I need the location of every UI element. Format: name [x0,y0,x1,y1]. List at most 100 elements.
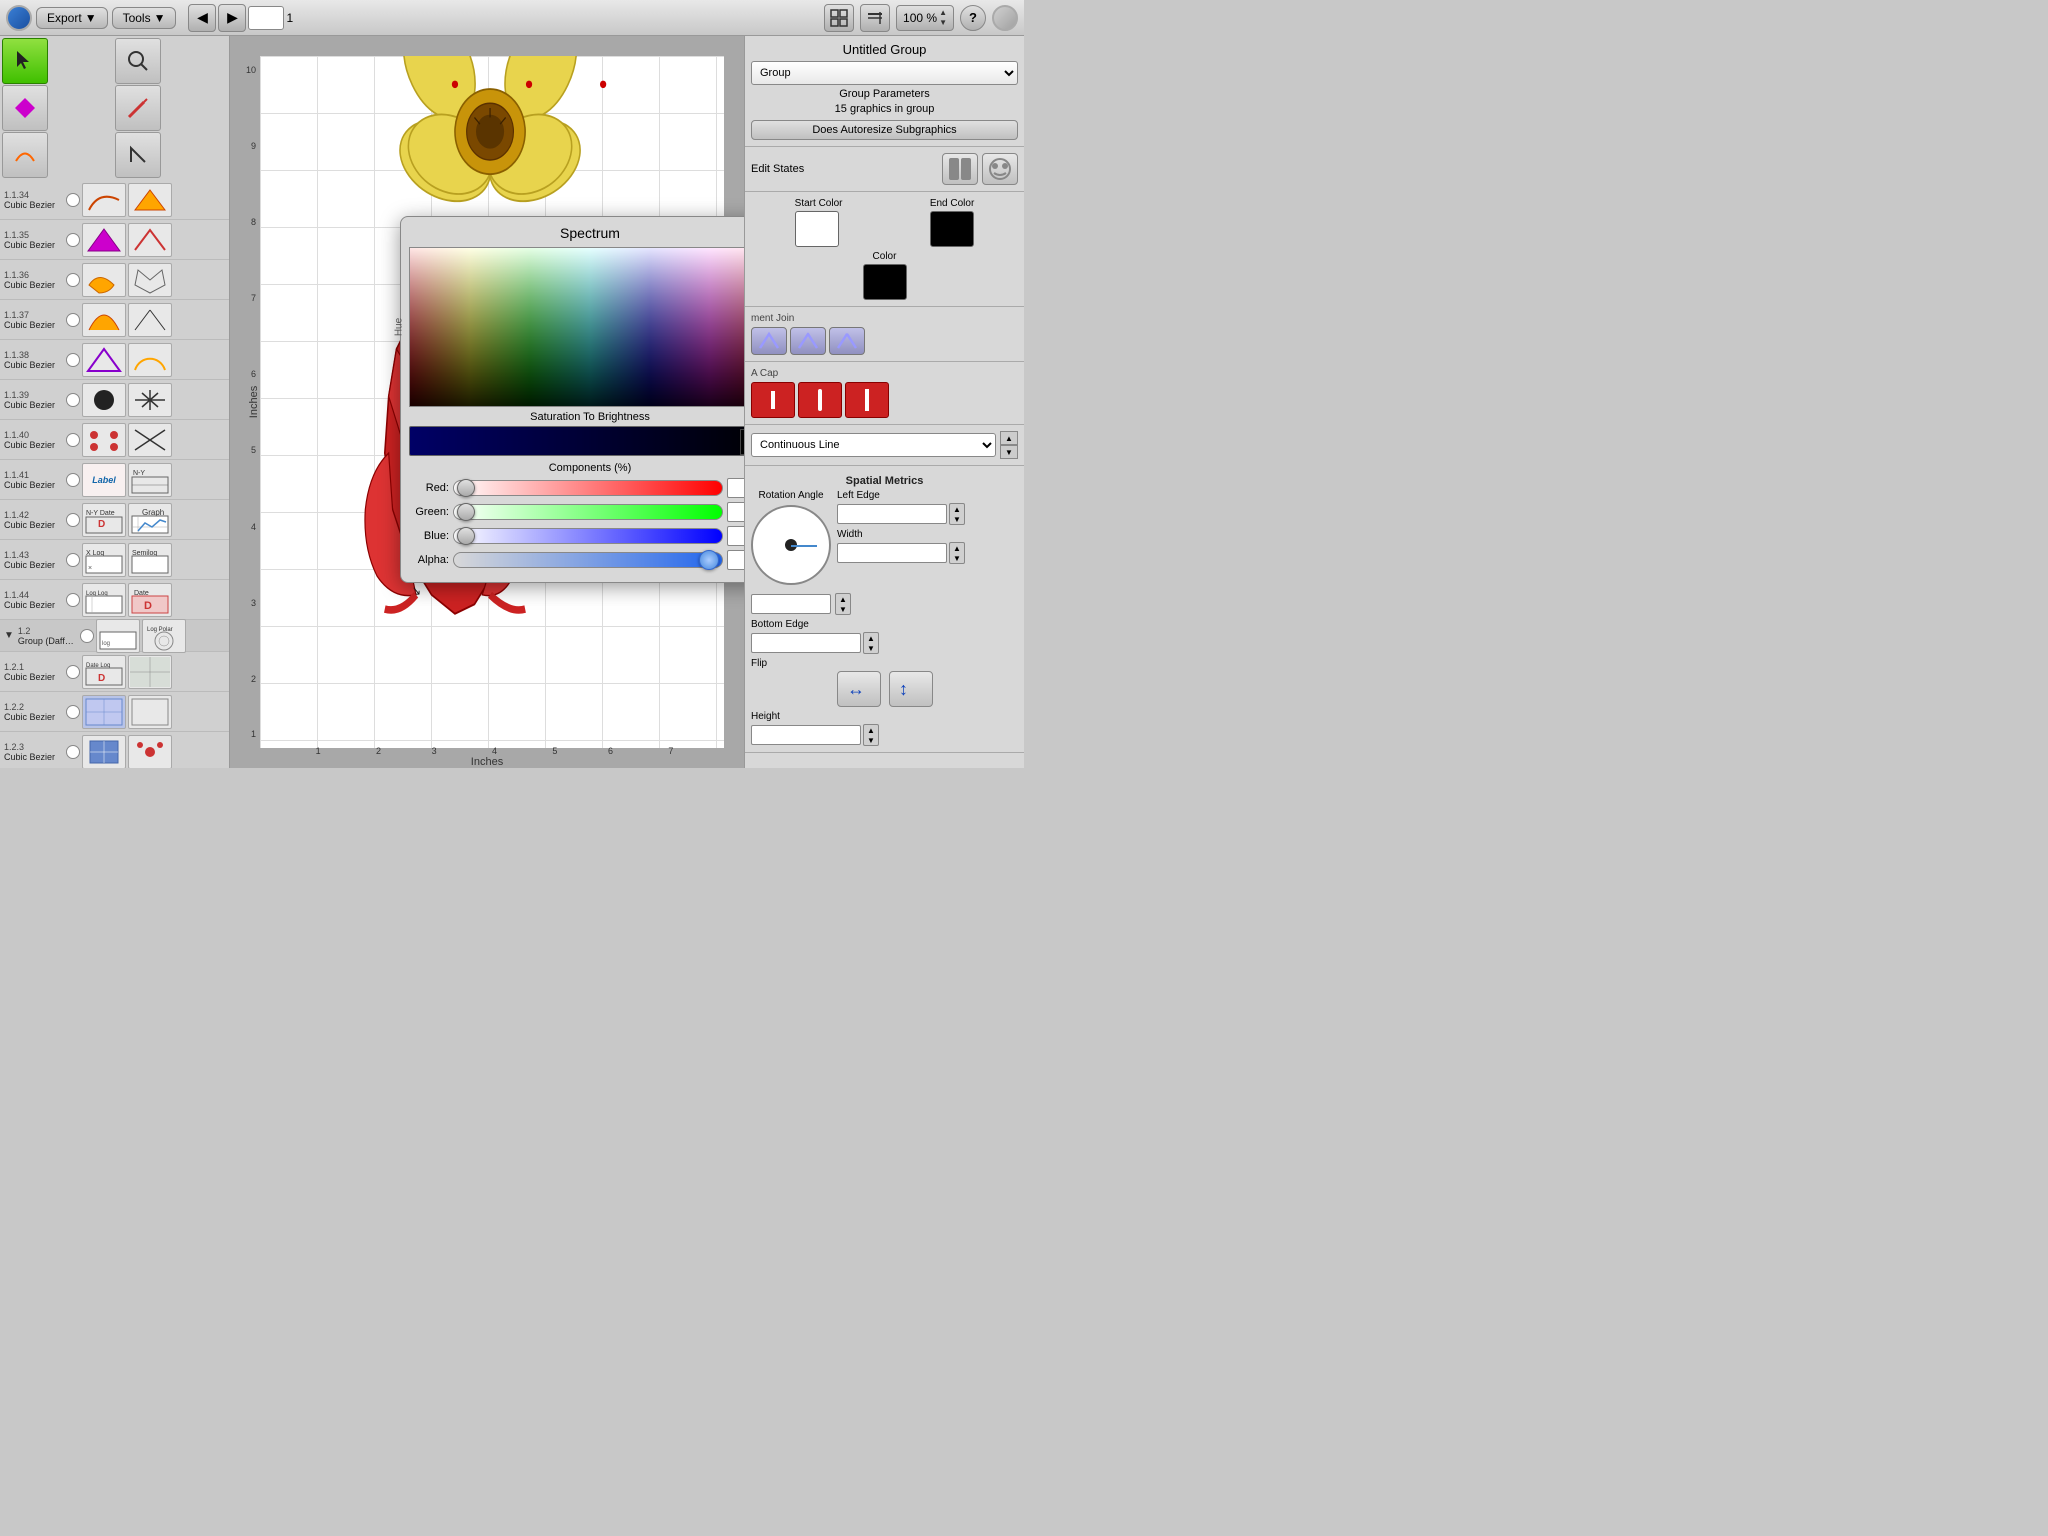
layer-item[interactable]: 1.1.37 Cubic Bezier [0,300,229,340]
end-color-preview[interactable] [930,211,974,247]
layer-checkbox[interactable] [66,745,80,759]
export-button[interactable]: Export ▼ [36,7,108,29]
brightness-bar[interactable] [409,426,744,456]
layer-item[interactable]: 1.1.44 Cubic Bezier Log Log DateD [0,580,229,620]
rotation-handle[interactable] [791,545,817,547]
flip-vertical-button[interactable]: ↕ [889,671,933,707]
layer-item[interactable]: 1.2.2 Cubic Bezier [0,692,229,732]
pencil-tool-button[interactable] [115,85,161,131]
alpha-slider-track[interactable] [453,552,723,568]
bottom-edge-field[interactable]: 6.4268663194 [751,633,861,653]
flip-horizontal-button[interactable]: ↔ [837,671,881,707]
layout-button[interactable] [860,4,890,32]
layer-item[interactable]: 1.2.3 Cubic Bezier [0,732,229,768]
layer-checkbox[interactable] [66,473,80,487]
width-down[interactable]: ▼ [950,553,964,563]
bottom-edge-down[interactable]: ▼ [864,643,878,653]
tools-button[interactable]: Tools ▼ [112,7,177,29]
svg-text:Log Polar: Log Polar [147,627,173,633]
green-value-field[interactable]: 0 [727,502,744,522]
red-value-field[interactable]: 0 [727,478,744,498]
state-btn-1[interactable] [942,153,978,185]
height-down[interactable]: ▼ [864,735,878,745]
cap-btn-1[interactable] [751,382,795,418]
start-color-preview[interactable] [795,211,839,247]
dash-down-button[interactable]: ▼ [1000,445,1018,459]
layer-item[interactable]: 1.1.34 Cubic Bezier [0,180,229,220]
red-slider-track[interactable] [453,480,723,496]
blue-slider-track[interactable] [453,528,723,544]
layer-group-item[interactable]: ▼ 1.2 Group (Daffo... log Log Polar [0,620,229,652]
autoresize-button[interactable]: Does Autoresize Subgraphics [751,120,1018,140]
left-edge-field[interactable]: 2.5492078993 [837,504,947,524]
zoom-down-button[interactable]: ▼ [939,18,947,28]
type-select[interactable]: Group [751,61,1018,85]
left-edge-down[interactable]: ▼ [950,514,964,524]
angle-tool-button[interactable] [115,132,161,178]
layer-checkbox[interactable] [66,233,80,247]
green-slider-thumb[interactable] [457,503,475,521]
cap-btn-2[interactable] [798,382,842,418]
layer-item[interactable]: 1.1.42 Cubic Bezier N-Y DateD Graph [0,500,229,540]
layer-checkbox[interactable] [66,353,80,367]
layer-checkbox[interactable] [66,665,80,679]
alpha-slider-thumb[interactable] [699,550,719,570]
layer-checkbox[interactable] [66,273,80,287]
dash-pattern-select[interactable]: Continuous Line [751,433,996,457]
join-btn-1[interactable] [751,327,787,355]
rotation-widget[interactable] [751,505,831,585]
arc-tool-button[interactable] [2,132,48,178]
layer-checkbox[interactable] [66,513,80,527]
rotation-value-field[interactable]: 0 [751,594,831,614]
select-tool-button[interactable] [2,38,48,84]
help-button[interactable]: ? [960,5,986,31]
height-field[interactable]: 3.4387503715 [751,725,861,745]
shape-tool-button[interactable] [2,85,48,131]
layer-item[interactable]: 1.2.1 Cubic Bezier Date LogD [0,652,229,692]
page-current-field[interactable]: 1 [248,6,284,30]
zoom-up-button[interactable]: ▲ [939,8,947,18]
layer-item[interactable]: 1.1.35 Cubic Bezier [0,220,229,260]
cap-btn-3[interactable] [845,382,889,418]
width-up[interactable]: ▲ [950,543,964,553]
prev-page-button[interactable]: ◀ [188,4,216,32]
color-preview[interactable] [863,264,907,300]
left-edge-up[interactable]: ▲ [950,504,964,514]
layer-checkbox[interactable] [66,313,80,327]
layer-item[interactable]: 1.1.38 Cubic Bezier [0,340,229,380]
layer-item[interactable]: 1.1.43 Cubic Bezier X Log× Semilog [0,540,229,580]
state-btn-2[interactable] [982,153,1018,185]
layer-checkbox[interactable] [80,629,94,643]
layer-checkbox[interactable] [66,593,80,607]
layer-thumb2 [128,735,172,769]
layer-checkbox[interactable] [66,393,80,407]
y-axis-title: Inches [248,386,260,418]
rotation-down[interactable]: ▼ [836,604,850,614]
layer-item[interactable]: 1.1.36 Cubic Bezier [0,260,229,300]
layer-checkbox[interactable] [66,433,80,447]
layer-item[interactable]: 1.1.41 Cubic Bezier Label N-Y [0,460,229,500]
alpha-value-field[interactable]: 100 [727,550,744,570]
layer-item[interactable]: 1.1.39 Cubic Bezier [0,380,229,420]
blue-value-field[interactable]: 0 [727,526,744,546]
grid-view-button[interactable] [824,4,854,32]
join-btn-2[interactable] [790,327,826,355]
spectrum-canvas[interactable]: Hue [409,247,744,407]
layer-checkbox[interactable] [66,705,80,719]
zoom-tool-button[interactable] [115,38,161,84]
join-btn-3[interactable] [829,327,865,355]
rotation-up[interactable]: ▲ [836,594,850,604]
bottom-edge-up[interactable]: ▲ [864,633,878,643]
layer-checkbox[interactable] [66,553,80,567]
dash-up-button[interactable]: ▲ [1000,431,1018,445]
height-up[interactable]: ▲ [864,725,878,735]
green-slider-track[interactable] [453,504,723,520]
layer-item[interactable]: 1.1.40 Cubic Bezier [0,420,229,460]
next-page-button[interactable]: ▶ [218,4,246,32]
blue-slider-thumb[interactable] [457,527,475,545]
saturation-label: Saturation To Brightness [409,411,744,423]
layer-checkbox[interactable] [66,193,80,207]
width-field[interactable]: 3.0066846146 [837,543,947,563]
cap-buttons [751,382,1018,418]
red-slider-thumb[interactable] [457,479,475,497]
